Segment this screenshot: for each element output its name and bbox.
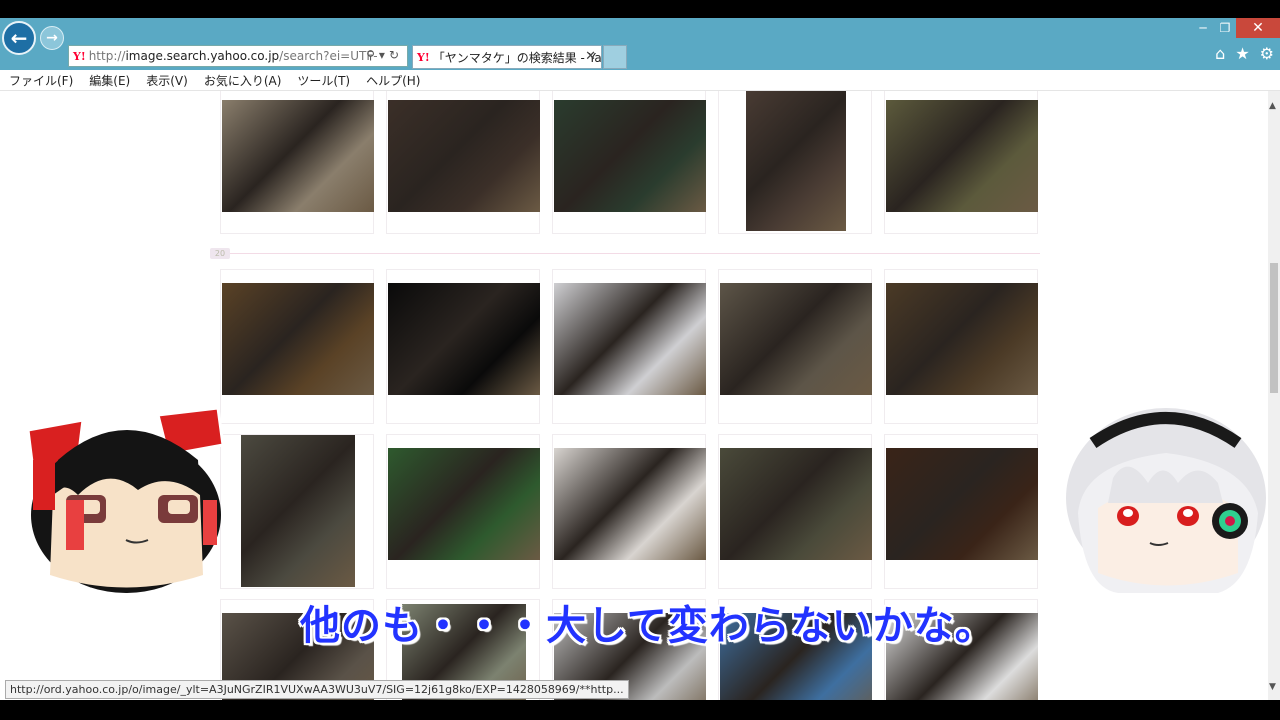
yahoo-favicon: Y! — [73, 49, 86, 63]
gear-icon[interactable]: ⚙ — [1260, 44, 1274, 63]
menu-edit[interactable]: 編集(E) — [89, 72, 130, 89]
image-result-thumbnail[interactable] — [554, 100, 706, 212]
image-result-thumbnail[interactable] — [554, 448, 706, 560]
new-tab-button[interactable] — [603, 45, 627, 69]
address-bar-buttons[interactable]: ⚲▾↻ — [366, 48, 403, 62]
yahoo-favicon: Y! — [417, 50, 430, 64]
image-result-thumbnail[interactable] — [388, 283, 540, 395]
status-bar-url: http://ord.yahoo.co.jp/o/image/_ylt=A3Ju… — [5, 680, 629, 699]
forward-button[interactable]: → — [40, 26, 64, 50]
scrollbar-thumb[interactable] — [1270, 263, 1278, 393]
window-controls: ─ ❐ ✕ — [1192, 18, 1280, 40]
close-window-button[interactable]: ✕ — [1236, 18, 1280, 38]
minimize-button[interactable]: ─ — [1192, 18, 1214, 38]
image-result-thumbnail[interactable] — [222, 283, 374, 395]
subtitle-caption: 他のも・・・大して変わらないかな。 — [300, 603, 996, 649]
menu-file[interactable]: ファイル(F) — [9, 72, 73, 89]
image-result-thumbnail[interactable] — [388, 100, 540, 212]
image-result-thumbnail[interactable] — [746, 91, 846, 231]
address-prefix: http:// — [88, 49, 126, 63]
tab-close-button[interactable]: ✕ — [585, 49, 596, 64]
image-result-thumbnail[interactable] — [886, 100, 1038, 212]
youmu-character — [1066, 408, 1266, 593]
address-host: image.search.yahoo.co.jp — [125, 49, 280, 63]
image-result-thumbnail[interactable] — [241, 435, 355, 587]
home-icon[interactable]: ⌂ — [1215, 44, 1225, 63]
tab-yahoo-search[interactable]: Y! 「ヤンマタケ」の検索結果 - Ya... ✕ — [412, 45, 602, 69]
restore-button[interactable]: ❐ — [1214, 18, 1236, 38]
browser-tool-icons: ⌂ ★ ⚙ — [1215, 44, 1274, 63]
image-result-thumbnail[interactable] — [886, 448, 1038, 560]
address-bar[interactable]: Y! http://image.search.yahoo.co.jp/searc… — [68, 45, 408, 67]
image-result-thumbnail[interactable] — [720, 283, 872, 395]
image-result-thumbnail[interactable] — [886, 283, 1038, 395]
menu-help[interactable]: ヘルプ(H) — [366, 72, 420, 89]
back-arrow-icon: ← — [10, 26, 28, 50]
menu-tools[interactable]: ツール(T) — [297, 72, 350, 89]
address-path: /search?ei=UTF- — [279, 49, 378, 63]
scroll-up-icon[interactable]: ▲ — [1269, 101, 1276, 111]
image-result-thumbnail[interactable] — [720, 448, 872, 560]
tab-title: 「ヤンマタケ」の検索結果 - Ya... — [432, 50, 602, 65]
forward-arrow-icon: → — [46, 30, 58, 46]
back-button[interactable]: ← — [2, 21, 36, 55]
menu-view[interactable]: 表示(V) — [146, 72, 188, 89]
reimu-character — [26, 406, 225, 593]
image-result-thumbnail[interactable] — [222, 100, 374, 212]
taskbar-strip — [0, 700, 1280, 720]
image-result-thumbnail[interactable] — [388, 448, 540, 560]
page-divider — [230, 253, 1040, 254]
star-icon[interactable]: ★ — [1235, 44, 1249, 63]
menu-favorites[interactable]: お気に入り(A) — [204, 72, 282, 89]
menu-bar: ファイル(F) 編集(E) 表示(V) お気に入り(A) ツール(T) ヘルプ(… — [0, 70, 1280, 91]
page-marker: 20 — [210, 248, 230, 259]
vertical-scrollbar[interactable]: ▲ ▼ — [1268, 91, 1280, 700]
scroll-down-icon[interactable]: ▼ — [1269, 682, 1276, 692]
screenshot-stage: ─ ❐ ✕ ← → Y! http://image.search.yahoo.c… — [0, 0, 1280, 720]
image-result-thumbnail[interactable] — [554, 283, 706, 395]
